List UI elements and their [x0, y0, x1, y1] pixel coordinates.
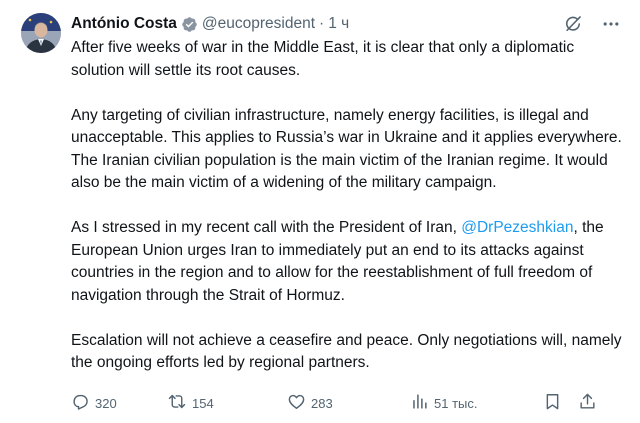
- views-icon: [410, 392, 429, 414]
- grok-icon[interactable]: [562, 13, 584, 35]
- avatar[interactable]: [21, 13, 61, 53]
- repost-button[interactable]: 154: [167, 392, 287, 414]
- tweet-text: After five weeks of war in the Middle Ea…: [71, 37, 627, 375]
- like-button[interactable]: 283: [287, 392, 410, 414]
- tweet-time[interactable]: 1 ч: [328, 15, 349, 33]
- heart-icon: [287, 392, 306, 414]
- bookmark-icon: [543, 392, 562, 414]
- tweet-paragraph-4: Escalation will not achieve a ceasefire …: [71, 331, 622, 372]
- views-button[interactable]: 51 тыс.: [410, 392, 530, 414]
- paragraph-3-text-before: As I stressed in my recent call with the…: [71, 219, 462, 236]
- share-icon: [578, 392, 597, 414]
- repost-icon: [167, 392, 187, 414]
- header-actions: [562, 13, 622, 35]
- repost-count: 154: [192, 395, 214, 411]
- verified-badge-icon[interactable]: [181, 16, 198, 33]
- reply-icon: [71, 392, 90, 414]
- author-name[interactable]: António Costa: [71, 15, 177, 33]
- reply-count: 320: [95, 395, 117, 411]
- tweet-paragraph-3: As I stressed in my recent call with the…: [71, 217, 627, 307]
- tweet[interactable]: António Costa @eucopresident · 1 ч After…: [0, 0, 640, 423]
- bookmark-button[interactable]: [543, 392, 562, 414]
- separator-dot: ·: [319, 15, 325, 32]
- tweet-header: António Costa @eucopresident · 1 ч: [71, 13, 349, 35]
- views-count: 51 тыс.: [434, 395, 478, 411]
- more-options-icon[interactable]: [600, 13, 622, 35]
- tweet-paragraph-2: Any targeting of civilian infrastructure…: [71, 106, 622, 192]
- mention-link[interactable]: @DrPezeshkian: [461, 219, 573, 236]
- like-count: 283: [311, 395, 333, 411]
- tweet-paragraph-1: After five weeks of war in the Middle Ea…: [71, 39, 575, 79]
- author-handle[interactable]: @eucopresident: [202, 15, 315, 33]
- action-bar: 320 154 283 51 тыс.: [71, 392, 627, 414]
- share-button[interactable]: [578, 392, 597, 414]
- reply-button[interactable]: 320: [71, 392, 167, 414]
